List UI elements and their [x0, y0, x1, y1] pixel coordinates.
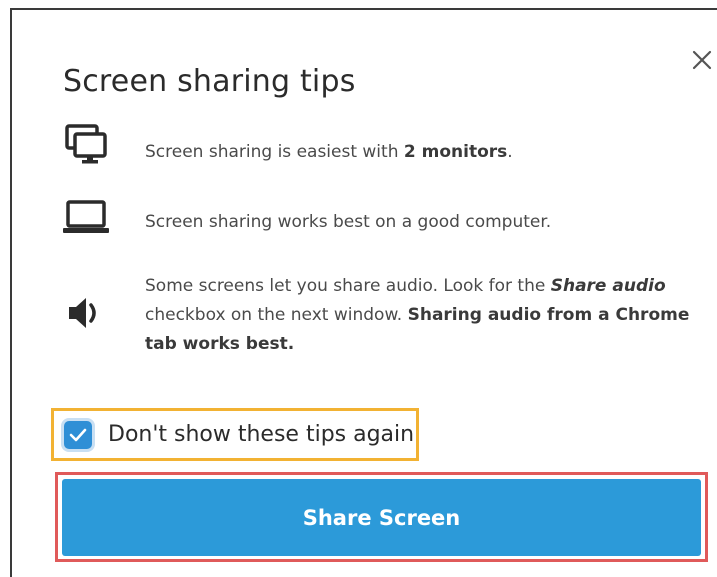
checkmark-icon [69, 428, 87, 441]
dual-monitor-icon [60, 123, 112, 167]
speaker-icon [60, 295, 112, 331]
dialog-title: Screen sharing tips [63, 64, 356, 99]
share-screen-button[interactable]: Share Screen [62, 479, 701, 556]
tip-text: Screen sharing is easiest with 2 monitor… [145, 142, 513, 162]
dont-show-tips-checkbox[interactable] [64, 420, 92, 449]
share-screen-label: Share Screen [302, 505, 461, 530]
tip-text: Some screens let you share audio. Look f… [145, 276, 690, 354]
checkbox-label[interactable]: Don't show these tips again [108, 422, 414, 447]
tip-text: Screen sharing works best on a good comp… [145, 212, 552, 232]
close-button[interactable] [685, 43, 717, 77]
dont-show-tips-checkbox-row[interactable]: Don't show these tips again [51, 408, 419, 461]
close-icon [692, 50, 712, 70]
screen-sharing-tips-dialog: Screen sharing tips Screen sharing is ea… [10, 8, 717, 577]
laptop-icon [60, 198, 112, 238]
